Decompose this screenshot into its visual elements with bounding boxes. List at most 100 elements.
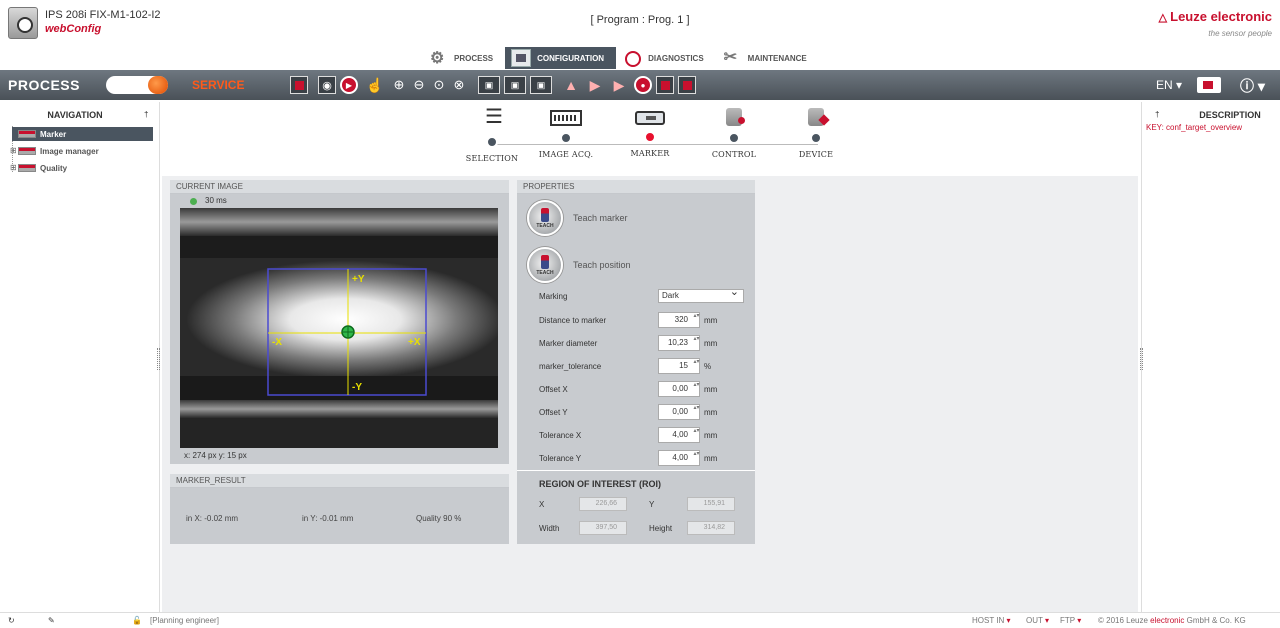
camera-button[interactable]: ◉: [318, 76, 336, 94]
description-collapse-handle[interactable]: [1140, 348, 1143, 370]
step-marker[interactable]: MARKER: [620, 106, 680, 158]
zoom-out-button[interactable]: ⊖: [410, 76, 428, 94]
plus-y-label: +Y: [352, 274, 365, 285]
connection-icon: ▾: [1006, 616, 1011, 625]
image-acquisition-icon: [550, 110, 582, 126]
edit-icon[interactable]: ✎: [48, 616, 55, 625]
language-selector[interactable]: EN ▾: [1156, 78, 1182, 92]
camera-image[interactable]: +Y -Y +X -X: [180, 208, 498, 448]
spin-icon[interactable]: ▴▾: [693, 451, 700, 465]
tool-icon: ▲: [564, 77, 578, 93]
pin-icon[interactable]: †: [1155, 110, 1159, 119]
copyright-brand: electronic: [1150, 616, 1185, 625]
info-icon: ⓘ ▾: [1240, 78, 1265, 94]
nav-item-image-manager[interactable]: Image manager: [12, 144, 153, 158]
step-label: MARKER: [630, 149, 670, 158]
pointer-button[interactable]: ☝: [366, 76, 384, 94]
upload-button[interactable]: [678, 76, 696, 94]
step-dot: [486, 136, 498, 148]
play-icon: ▶: [345, 80, 353, 90]
tab-process[interactable]: PROCESS: [422, 47, 506, 69]
diagnostics-icon: [622, 49, 642, 67]
tool-button-1[interactable]: ▲: [562, 76, 580, 94]
overlay-icon: ▣: [484, 79, 494, 90]
connection-icon: ▾: [1077, 616, 1082, 625]
ftp-status: FTP ▾: [1060, 616, 1081, 625]
zoom-fit-button[interactable]: ⊙: [430, 76, 448, 94]
result-quality: Quality 90 %: [416, 514, 462, 523]
zoom-in-icon: ⊕: [393, 77, 405, 92]
spin-icon[interactable]: ▴▾: [693, 313, 700, 327]
tolerance-x-label: Tolerance X: [539, 431, 582, 440]
language-label: EN: [1156, 78, 1173, 92]
tab-configuration[interactable]: CONFIGURATION: [505, 47, 617, 69]
step-device[interactable]: DEVICE: [786, 106, 846, 159]
properties-title: PROPERTIES: [517, 180, 755, 194]
login-key-button[interactable]: [1197, 77, 1221, 93]
unit-label: mm: [704, 431, 718, 440]
minus-y-label: -Y: [352, 382, 362, 393]
info-menu-button[interactable]: ⓘ ▾: [1240, 76, 1265, 96]
mode-toggle[interactable]: [106, 76, 168, 94]
host-label: HOST IN: [972, 616, 1005, 625]
copyright: © 2016 Leuze electronic GmbH & Co. KG: [1098, 616, 1246, 625]
zoom-reset-button[interactable]: ⊗: [450, 76, 468, 94]
spin-icon[interactable]: ▴▾: [693, 336, 700, 350]
tab-label: MAINTENANCE: [747, 53, 807, 63]
refresh-icon[interactable]: ↻: [8, 616, 15, 625]
device-name: IPS 208i FIX-M1-102-I2: [45, 9, 161, 21]
play-button[interactable]: ▶: [340, 76, 358, 94]
pin-icon[interactable]: †: [144, 110, 148, 119]
spin-icon[interactable]: ▴▾: [693, 359, 700, 373]
roi-height-input: 314,82: [687, 521, 735, 535]
tool-button-3[interactable]: ▶: [610, 76, 628, 94]
offset-y-label: Offset Y: [539, 408, 568, 417]
save-button[interactable]: [656, 76, 674, 94]
roi-y-label: Y: [649, 500, 655, 509]
step-selection[interactable]: SELECTION: [462, 104, 522, 163]
marking-label: Marking: [539, 292, 568, 301]
unit-label: mm: [704, 316, 718, 325]
teach-position-button[interactable]: TEACH: [527, 247, 563, 283]
webconfig-app: IPS 208i FIX-M1-102-I2 webConfig [ Progr…: [0, 0, 1280, 628]
user-role: [Planning engineer]: [150, 616, 219, 625]
stop-button[interactable]: [290, 76, 308, 94]
overlay-button-2[interactable]: ▣: [504, 76, 526, 94]
status-bar: ↻ ✎ 🔓 [Planning engineer] HOST IN ▾ OUT …: [0, 612, 1280, 628]
spin-icon[interactable]: ▴▾: [693, 382, 700, 396]
spin-icon[interactable]: ▴▾: [693, 405, 700, 419]
roi-width-label: Width: [539, 524, 560, 533]
description-panel: † DESCRIPTION KEY: conf_target_overview: [1140, 102, 1280, 612]
zoom-out-icon: ⊖: [413, 77, 425, 92]
overlay-button-3[interactable]: ▣: [530, 76, 552, 94]
mode-service-label: SERVICE: [192, 78, 245, 92]
tool-button-2[interactable]: ▶: [586, 76, 604, 94]
lock-icon: 🔓: [132, 616, 142, 625]
overlay-icon: ▣: [510, 79, 520, 90]
tab-diagnostics[interactable]: DIAGNOSTICS: [616, 47, 716, 69]
configuration-icon: [511, 49, 532, 67]
unit-label: mm: [704, 385, 718, 394]
zoom-fit-icon: ⊙: [433, 77, 445, 92]
nav-item-quality[interactable]: Quality: [12, 161, 153, 175]
nav-item-label: Quality: [40, 163, 68, 173]
record-button[interactable]: ●: [634, 76, 652, 94]
nav-collapse-handle[interactable]: [157, 348, 160, 370]
marking-select[interactable]: Dark: [658, 286, 744, 303]
mode-toggle-knob[interactable]: [148, 76, 168, 94]
teach-marker-button[interactable]: TEACH: [527, 200, 563, 236]
spin-icon[interactable]: ▴▾: [693, 428, 700, 442]
zoom-in-button[interactable]: ⊕: [390, 76, 408, 94]
step-label: IMAGE ACQ.: [538, 150, 594, 159]
step-control[interactable]: CONTROL: [704, 106, 764, 159]
step-image-acq[interactable]: IMAGE ACQ.: [536, 106, 596, 159]
tab-maintenance[interactable]: MAINTENANCE: [715, 47, 819, 69]
out-label: OUT: [1026, 616, 1043, 625]
diameter-label: Marker diameter: [539, 339, 598, 348]
camera-icon: ◉: [322, 79, 332, 92]
overlay-button-1[interactable]: ▣: [478, 76, 500, 94]
roi-height-label: Height: [649, 524, 673, 533]
nav-item-marker[interactable]: Marker: [12, 127, 153, 141]
step-dot: [810, 132, 822, 144]
program-label: [ Program : Prog. 1 ]: [590, 14, 690, 26]
